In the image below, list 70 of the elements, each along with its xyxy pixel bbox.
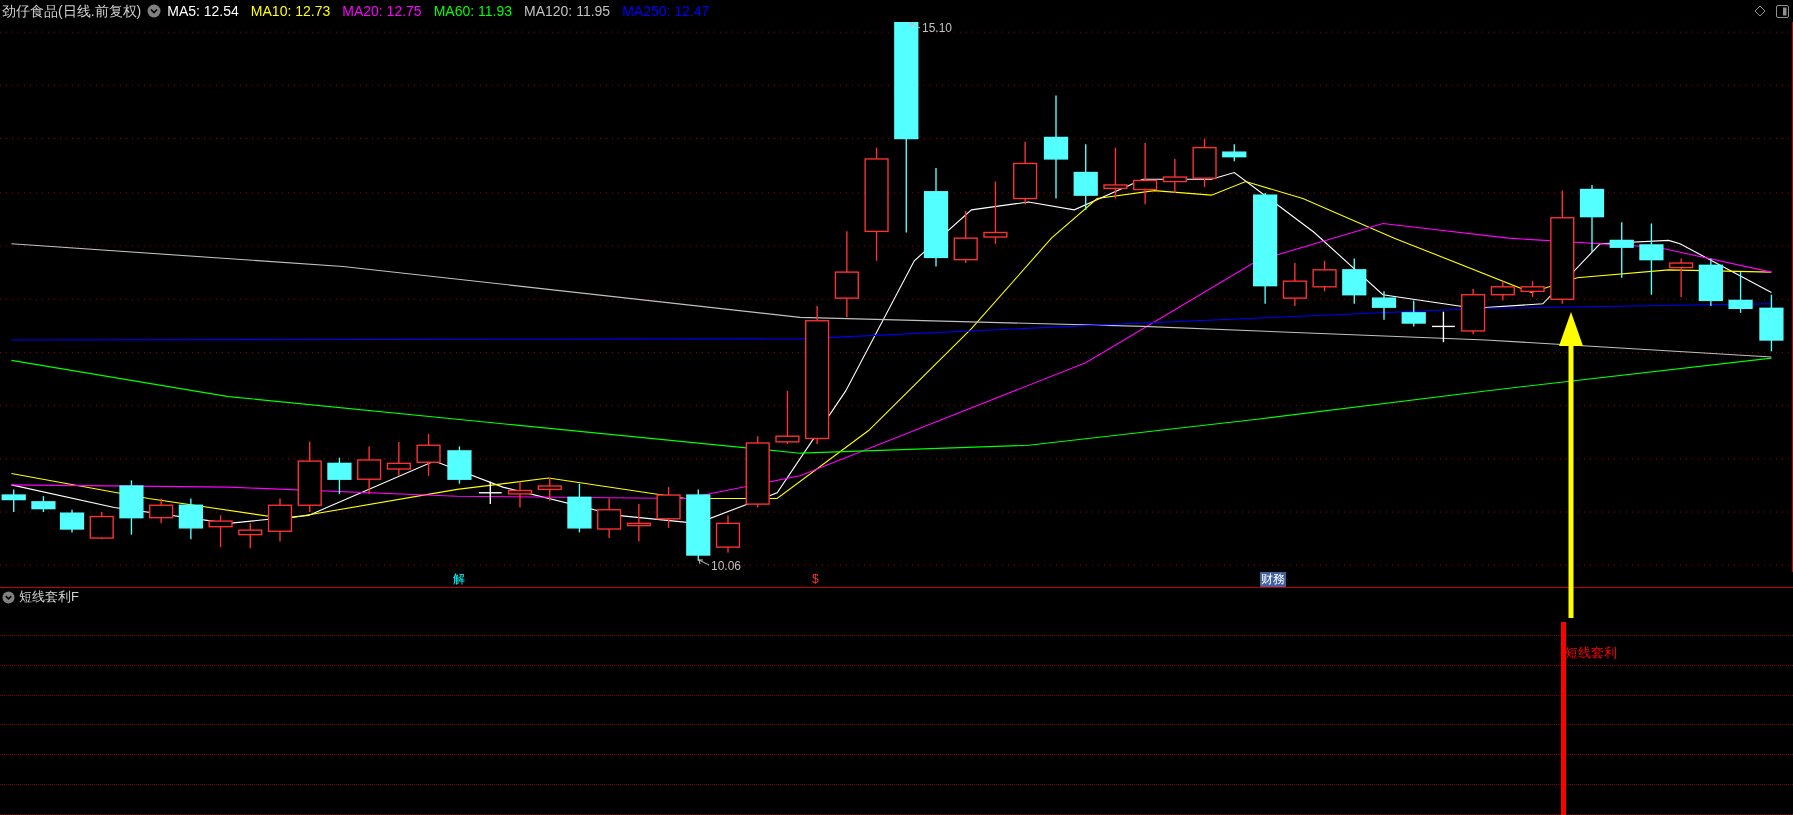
candlestick bbox=[1342, 257, 1367, 305]
diamond-icon[interactable] bbox=[1754, 5, 1766, 17]
candlestick bbox=[953, 210, 978, 264]
chart-title: 劲仔食品(日线.前复权) bbox=[2, 1, 142, 21]
moving-average-value: MA5: 12.54 bbox=[167, 1, 239, 21]
event-marker[interactable]: 解 bbox=[452, 572, 466, 587]
moving-average-value: MA20: 12.75 bbox=[342, 1, 422, 21]
candlestick bbox=[507, 480, 533, 509]
candlestick bbox=[1401, 299, 1426, 328]
candlestick bbox=[775, 390, 800, 445]
candlestick bbox=[1312, 260, 1337, 292]
candlestick bbox=[1222, 143, 1247, 162]
candlestick bbox=[447, 445, 472, 485]
candlestick bbox=[1728, 271, 1753, 314]
candlestick bbox=[1, 488, 26, 513]
candlestick bbox=[1579, 184, 1605, 253]
candlestick bbox=[416, 433, 441, 477]
candlestick bbox=[1698, 257, 1723, 307]
candlestick bbox=[1431, 311, 1456, 343]
candlestick bbox=[89, 511, 114, 540]
candlestick bbox=[715, 514, 741, 554]
dropdown-icon[interactable] bbox=[2, 590, 15, 604]
candlestick bbox=[119, 479, 144, 536]
event-marker[interactable]: $ bbox=[811, 572, 820, 587]
candlestick bbox=[656, 486, 681, 529]
candlestick bbox=[327, 457, 352, 495]
candlestick bbox=[297, 441, 322, 513]
candlestick bbox=[567, 483, 592, 534]
candlestick bbox=[1371, 290, 1397, 321]
candlestick bbox=[1520, 280, 1545, 298]
candlestick bbox=[1162, 158, 1187, 194]
candlestick bbox=[238, 522, 263, 549]
candlestick bbox=[1461, 288, 1486, 336]
candlestick bbox=[1192, 137, 1217, 188]
candlestick bbox=[537, 477, 562, 502]
candlestick bbox=[1609, 221, 1634, 279]
panel-toggle-icon[interactable] bbox=[1776, 4, 1789, 18]
candlestick bbox=[31, 495, 56, 513]
candlestick bbox=[386, 441, 411, 477]
low-price-label: 10.06 bbox=[711, 558, 742, 575]
candlestick bbox=[1073, 143, 1098, 211]
candlestick bbox=[983, 180, 1008, 245]
moving-average-value: MA120: 11.95 bbox=[524, 1, 611, 21]
candlestick bbox=[1669, 257, 1694, 298]
candlestick bbox=[626, 503, 651, 543]
candlestick bbox=[178, 497, 203, 540]
candlestick bbox=[1013, 141, 1038, 205]
moving-average-value: MA250: 12.47 bbox=[622, 1, 710, 21]
candlestick bbox=[1133, 142, 1158, 205]
event-marker[interactable]: 财務 bbox=[1260, 572, 1286, 587]
candlestick bbox=[1282, 262, 1307, 307]
candlestick bbox=[1490, 280, 1515, 302]
candlestick bbox=[1759, 294, 1784, 352]
candlestick bbox=[478, 480, 503, 505]
candlestick bbox=[59, 509, 85, 534]
dropdown-icon[interactable] bbox=[147, 4, 162, 18]
leader-line bbox=[698, 559, 710, 567]
indicator-title: 短线套利F bbox=[19, 588, 79, 607]
candlestick bbox=[357, 445, 382, 495]
high-price-label: 15.10 bbox=[922, 20, 953, 37]
candlestick bbox=[597, 497, 622, 539]
signal-label: 短线套利 bbox=[1565, 644, 1617, 662]
arrow-icon bbox=[1557, 312, 1585, 618]
candlestick bbox=[208, 514, 233, 548]
moving-average-value: MA10: 12.73 bbox=[250, 1, 331, 21]
moving-average-value: MA60: 11.93 bbox=[433, 1, 512, 21]
leader-line bbox=[909, 22, 921, 30]
candlestick bbox=[149, 497, 174, 524]
candlestick bbox=[1103, 146, 1128, 200]
candlestick bbox=[267, 497, 293, 543]
